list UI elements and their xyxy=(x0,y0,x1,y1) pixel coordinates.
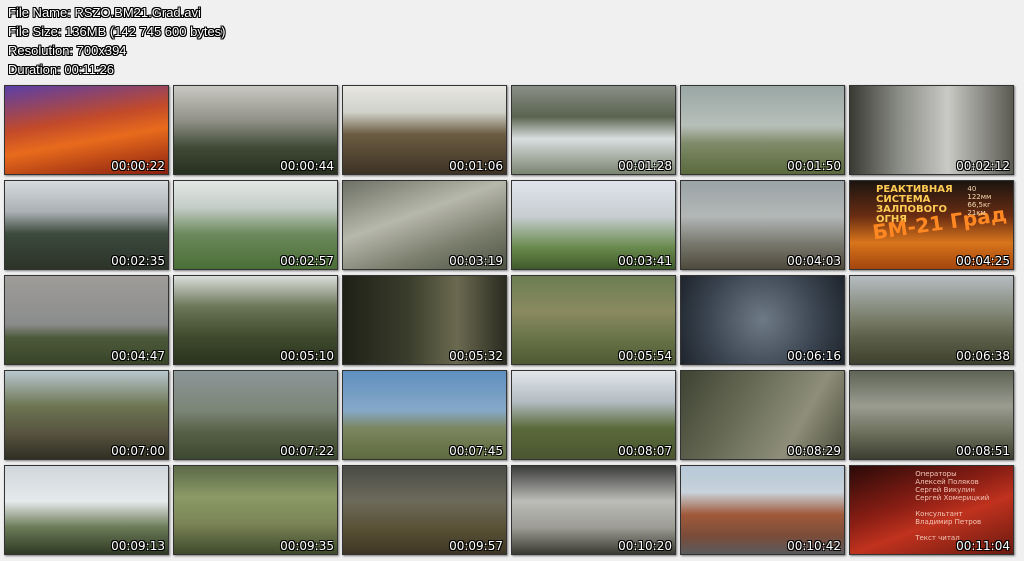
timestamp: 00:08:51 xyxy=(956,444,1010,458)
timestamp: 00:00:44 xyxy=(280,159,334,173)
title-card-specs: 40 122мм 66,5кг 21км xyxy=(967,185,1009,217)
timestamp: 00:07:00 xyxy=(111,444,165,458)
timestamp: 00:04:47 xyxy=(111,349,165,363)
title-card-spec: 122мм xyxy=(967,193,992,201)
thumbnail-1[interactable]: 00:00:22 xyxy=(4,85,169,175)
thumbnail-20[interactable]: 00:07:22 xyxy=(173,370,338,460)
timestamp: 00:01:28 xyxy=(618,159,672,173)
timestamp: 00:06:16 xyxy=(787,349,841,363)
thumbnail-8[interactable]: 00:02:57 xyxy=(173,180,338,270)
thumbnail-4[interactable]: 00:01:28 xyxy=(511,85,676,175)
thumbnail-14[interactable]: 00:05:10 xyxy=(173,275,338,365)
timestamp: 00:09:57 xyxy=(449,539,503,553)
thumbnail-6[interactable]: 00:02:12 xyxy=(849,85,1014,175)
thumbnail-5[interactable]: 00:01:50 xyxy=(680,85,845,175)
timestamp: 00:11:04 xyxy=(956,539,1010,553)
credits-line xyxy=(915,502,1010,510)
file-info: File Name: RSZO.BM21.Grad.avi File Size:… xyxy=(8,3,226,79)
thumbnail-18[interactable]: 00:06:38 xyxy=(849,275,1014,365)
timestamp: 00:04:25 xyxy=(956,254,1010,268)
thumbnail-26[interactable]: 00:09:35 xyxy=(173,465,338,555)
credits-line: Сергей Хомерицкий xyxy=(915,494,990,502)
thumbnail-11[interactable]: 00:04:03 xyxy=(680,180,845,270)
timestamp: 00:01:06 xyxy=(449,159,503,173)
credits-line: Операторы xyxy=(915,470,957,478)
timestamp: 00:08:07 xyxy=(618,444,672,458)
thumbnail-19[interactable]: 00:07:00 xyxy=(4,370,169,460)
credits-line: Владимир Петров xyxy=(915,518,982,526)
timestamp: 00:05:54 xyxy=(618,349,672,363)
title-card-spec: 21км xyxy=(967,209,986,217)
thumbnail-7[interactable]: 00:02:35 xyxy=(4,180,169,270)
timestamp: 00:09:35 xyxy=(280,539,334,553)
credits-text: Операторы Алексей Поляков Сергей Викулин Се… xyxy=(915,470,1010,542)
resolution: Resolution: 700x394 xyxy=(8,43,127,58)
thumbnail-3[interactable]: 00:01:06 xyxy=(342,85,507,175)
timestamp: 00:03:19 xyxy=(449,254,503,268)
thumbnail-15[interactable]: 00:05:32 xyxy=(342,275,507,365)
thumbnail-30[interactable]: Операторы Алексей Поляков Сергей Викулин Се… xyxy=(849,465,1014,555)
thumbnail-23[interactable]: 00:08:29 xyxy=(680,370,845,460)
thumbnail-22[interactable]: 00:08:07 xyxy=(511,370,676,460)
thumbnail-10[interactable]: 00:03:41 xyxy=(511,180,676,270)
timestamp: 00:10:20 xyxy=(618,539,672,553)
thumbnail-25[interactable]: 00:09:13 xyxy=(4,465,169,555)
timestamp: 00:05:10 xyxy=(280,349,334,363)
timestamp: 00:08:29 xyxy=(787,444,841,458)
thumbnail-17[interactable]: 00:06:16 xyxy=(680,275,845,365)
timestamp: 00:07:22 xyxy=(280,444,334,458)
timestamp: 00:03:41 xyxy=(618,254,672,268)
timestamp: 00:07:45 xyxy=(449,444,503,458)
timestamp: 00:06:38 xyxy=(956,349,1010,363)
thumbnail-2[interactable]: 00:00:44 xyxy=(173,85,338,175)
credits-line: Консультант xyxy=(915,510,963,518)
thumbnail-21[interactable]: 00:07:45 xyxy=(342,370,507,460)
thumbnail-12[interactable]: Реактивная система залпового огня БМ-21 Град… xyxy=(849,180,1014,270)
duration: Duration: 00:11:26 xyxy=(8,62,114,77)
thumbnail-13[interactable]: 00:04:47 xyxy=(4,275,169,365)
timestamp: 00:10:42 xyxy=(787,539,841,553)
credits-line: Алексей Поляков xyxy=(915,478,979,486)
thumbnail-28[interactable]: 00:10:20 xyxy=(511,465,676,555)
thumbnail-24[interactable]: 00:08:51 xyxy=(849,370,1014,460)
thumbnail-grid: 00:00:22 00:00:44 00:01:06 00:01:28 00:01:50… xyxy=(4,85,1020,555)
thumbnail-9[interactable]: 00:03:19 xyxy=(342,180,507,270)
credits-line xyxy=(915,526,1010,534)
thumbnail-27[interactable]: 00:09:57 xyxy=(342,465,507,555)
timestamp: 00:02:12 xyxy=(956,159,1010,173)
timestamp: 00:00:22 xyxy=(111,159,165,173)
timestamp: 00:04:03 xyxy=(787,254,841,268)
file-name: File Name: RSZO.BM21.Grad.avi xyxy=(8,5,201,20)
timestamp: 00:02:35 xyxy=(111,254,165,268)
timestamp: 00:01:50 xyxy=(787,159,841,173)
timestamp: 00:02:57 xyxy=(280,254,334,268)
title-card-spec: 66,5кг xyxy=(967,201,991,209)
thumbnail-16[interactable]: 00:05:54 xyxy=(511,275,676,365)
credits-line: Сергей Викулин xyxy=(915,486,975,494)
file-size: File Size: 136MB (142 745 600 bytes) xyxy=(8,24,226,39)
timestamp: 00:05:32 xyxy=(449,349,503,363)
timestamp: 00:09:13 xyxy=(111,539,165,553)
title-card-spec: 40 xyxy=(967,185,977,193)
thumbnail-29[interactable]: 00:10:42 xyxy=(680,465,845,555)
